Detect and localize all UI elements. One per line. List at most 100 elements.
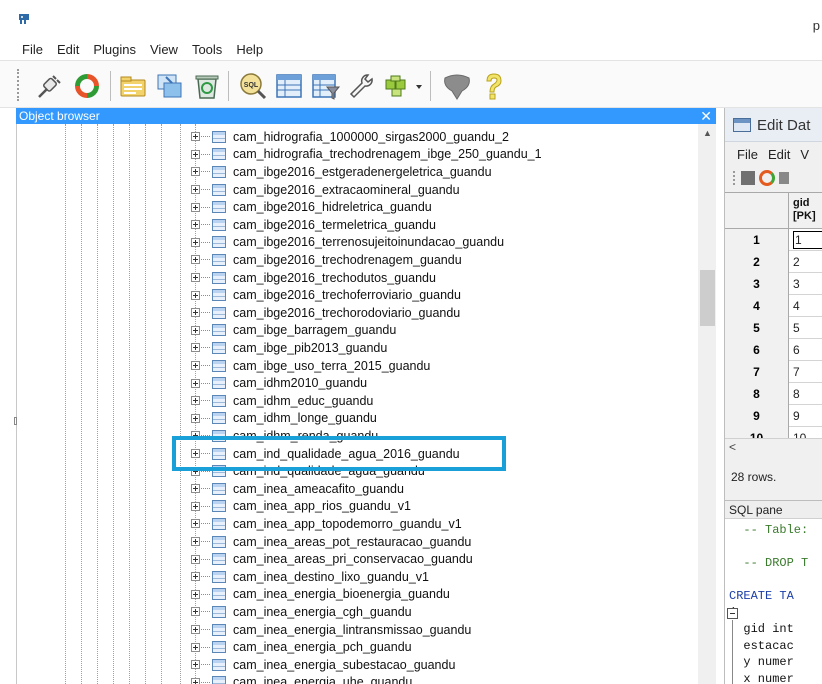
tree-item[interactable]: cam_inea_energia_bioenergia_guandu	[191, 586, 450, 604]
toolbar-grip[interactable]	[17, 69, 21, 101]
tree-item[interactable]: cam_hidrografia_1000000_sirgas2000_guand…	[191, 128, 509, 146]
table-row[interactable]: 44	[725, 295, 822, 317]
ed-menu-view[interactable]: V	[800, 144, 809, 166]
row-number[interactable]: 9	[725, 405, 789, 427]
table-row[interactable]: 99	[725, 405, 822, 427]
expand-plus-icon[interactable]	[191, 413, 200, 423]
expand-plus-icon[interactable]	[191, 554, 200, 564]
view-data-icon[interactable]	[274, 71, 304, 101]
tree-item[interactable]: cam_inea_energia_uhe_guandu	[191, 674, 412, 684]
expand-plus-icon[interactable]	[191, 255, 200, 265]
row-number[interactable]: 2	[725, 251, 789, 273]
expand-plus-icon[interactable]	[191, 185, 200, 195]
cell-gid[interactable]: 6	[793, 339, 800, 361]
row-number[interactable]: 3	[725, 273, 789, 295]
object-browser-tree[interactable]: ▲ cam_hidrografia_1000000_sirgas2000_gua…	[16, 124, 716, 684]
tree-item[interactable]: cam_inea_app_topodemorro_guandu_v1	[191, 515, 462, 533]
table-row[interactable]: 33	[725, 273, 822, 295]
hint-icon[interactable]	[440, 71, 474, 101]
maintenance-wrench-icon[interactable]	[346, 71, 376, 101]
ed-menu-edit[interactable]: Edit	[768, 144, 790, 166]
properties-icon[interactable]	[118, 71, 148, 101]
expand-plus-icon[interactable]	[191, 361, 200, 371]
cell-gid[interactable]: 2	[793, 251, 800, 273]
row-number[interactable]: 6	[725, 339, 789, 361]
filtered-data-icon[interactable]	[310, 71, 340, 101]
vertical-scrollbar[interactable]: ▲	[698, 124, 716, 684]
tree-item[interactable]: cam_ibge2016_termeletrica_guandu	[191, 216, 436, 234]
row-number[interactable]: 8	[725, 383, 789, 405]
menu-tools[interactable]: Tools	[192, 40, 222, 60]
scroll-left-arrow[interactable]: <	[729, 440, 736, 454]
tree-item[interactable]: cam_inea_energia_cgh_guandu	[191, 603, 412, 621]
row-number[interactable]: 4	[725, 295, 789, 317]
tree-item[interactable]: cam_ibge_barragem_guandu	[191, 322, 396, 340]
table-row[interactable]: 88	[725, 383, 822, 405]
expand-plus-icon[interactable]	[191, 537, 200, 547]
cell-gid[interactable]: 5	[793, 317, 800, 339]
splitter-handle[interactable]	[14, 417, 17, 425]
fold-collapse-icon[interactable]	[727, 607, 738, 619]
tree-item[interactable]: cam_inea_ameacafito_guandu	[191, 480, 404, 498]
chevron-down-icon[interactable]	[414, 71, 424, 101]
expand-plus-icon[interactable]	[191, 501, 200, 511]
tree-item[interactable]: cam_hidrografia_trechodrenagem_ibge_250_…	[191, 146, 542, 164]
cell-gid[interactable]: 7	[793, 361, 800, 383]
toolbar-grip[interactable]	[733, 171, 736, 185]
row-number[interactable]: 7	[725, 361, 789, 383]
tree-item[interactable]: cam_ibge2016_extracaomineral_guandu	[191, 181, 460, 199]
tree-item[interactable]: cam_idhm2010_guandu	[191, 374, 367, 392]
tree-item[interactable]: cam_inea_energia_pch_guandu	[191, 638, 412, 656]
expand-plus-icon[interactable]	[191, 572, 200, 582]
row-number[interactable]: 5	[725, 317, 789, 339]
tree-item[interactable]: cam_ibge2016_trechoferroviario_guandu	[191, 286, 461, 304]
tree-item[interactable]: cam_ibge2016_trechorodoviario_guandu	[191, 304, 460, 322]
tree-item[interactable]: cam_idhm_educ_guandu	[191, 392, 373, 410]
connect-plug-icon[interactable]	[33, 71, 63, 101]
menu-plugins[interactable]: Plugins	[93, 40, 136, 60]
cell-gid[interactable]: 8	[793, 383, 800, 405]
copy-icon[interactable]	[779, 172, 789, 184]
tree-item[interactable]: cam_inea_areas_pri_conservacao_guandu	[191, 550, 473, 568]
expand-plus-icon[interactable]	[191, 220, 200, 230]
create-object-icon[interactable]	[154, 71, 184, 101]
ed-menu-file[interactable]: File	[737, 144, 758, 166]
expand-plus-icon[interactable]	[191, 677, 200, 684]
save-icon[interactable]	[741, 171, 755, 185]
refresh-icon[interactable]	[759, 170, 775, 186]
cell-gid[interactable]: 3	[793, 273, 800, 295]
scroll-thumb[interactable]	[700, 270, 715, 326]
expand-plus-icon[interactable]	[191, 167, 200, 177]
table-row[interactable]: 55	[725, 317, 822, 339]
expand-plus-icon[interactable]	[191, 202, 200, 212]
row-number[interactable]: 1	[725, 229, 789, 251]
tree-item[interactable]: cam_ibge2016_hidreletrica_guandu	[191, 198, 432, 216]
table-row[interactable]: 22	[725, 251, 822, 273]
tree-item[interactable]: cam_ibge2016_estgeradenergeletrica_guand…	[191, 163, 492, 181]
menu-view[interactable]: View	[150, 40, 178, 60]
sql-query-icon[interactable]: SQL	[238, 71, 268, 101]
scroll-up-arrow[interactable]: ▲	[698, 128, 716, 140]
help-icon[interactable]	[478, 71, 508, 101]
expand-plus-icon[interactable]	[191, 149, 200, 159]
expand-plus-icon[interactable]	[191, 343, 200, 353]
expand-plus-icon[interactable]	[191, 378, 200, 388]
expand-plus-icon[interactable]	[191, 273, 200, 283]
expand-plus-icon[interactable]	[191, 660, 200, 670]
expand-plus-icon[interactable]	[191, 519, 200, 529]
expand-plus-icon[interactable]	[191, 396, 200, 406]
tree-item[interactable]: cam_ibge2016_trechodrenagem_guandu	[191, 251, 462, 269]
expand-plus-icon[interactable]	[191, 308, 200, 318]
tree-item[interactable]: cam_inea_energia_subestacao_guandu	[191, 656, 455, 674]
column-header-gid[interactable]: gid [PK]	[793, 197, 816, 223]
expand-plus-icon[interactable]	[191, 589, 200, 599]
expand-plus-icon[interactable]	[191, 325, 200, 335]
expand-plus-icon[interactable]	[191, 607, 200, 617]
close-icon[interactable]: ✕	[700, 108, 712, 124]
tree-item[interactable]: cam_inea_app_rios_guandu_v1	[191, 498, 411, 516]
grid-corner[interactable]	[725, 193, 789, 229]
tree-item[interactable]: cam_ibge_pib2013_guandu	[191, 339, 387, 357]
refresh-icon[interactable]	[72, 71, 102, 101]
tree-item[interactable]: cam_inea_areas_pot_restauracao_guandu	[191, 533, 471, 551]
menu-help[interactable]: Help	[236, 40, 263, 60]
